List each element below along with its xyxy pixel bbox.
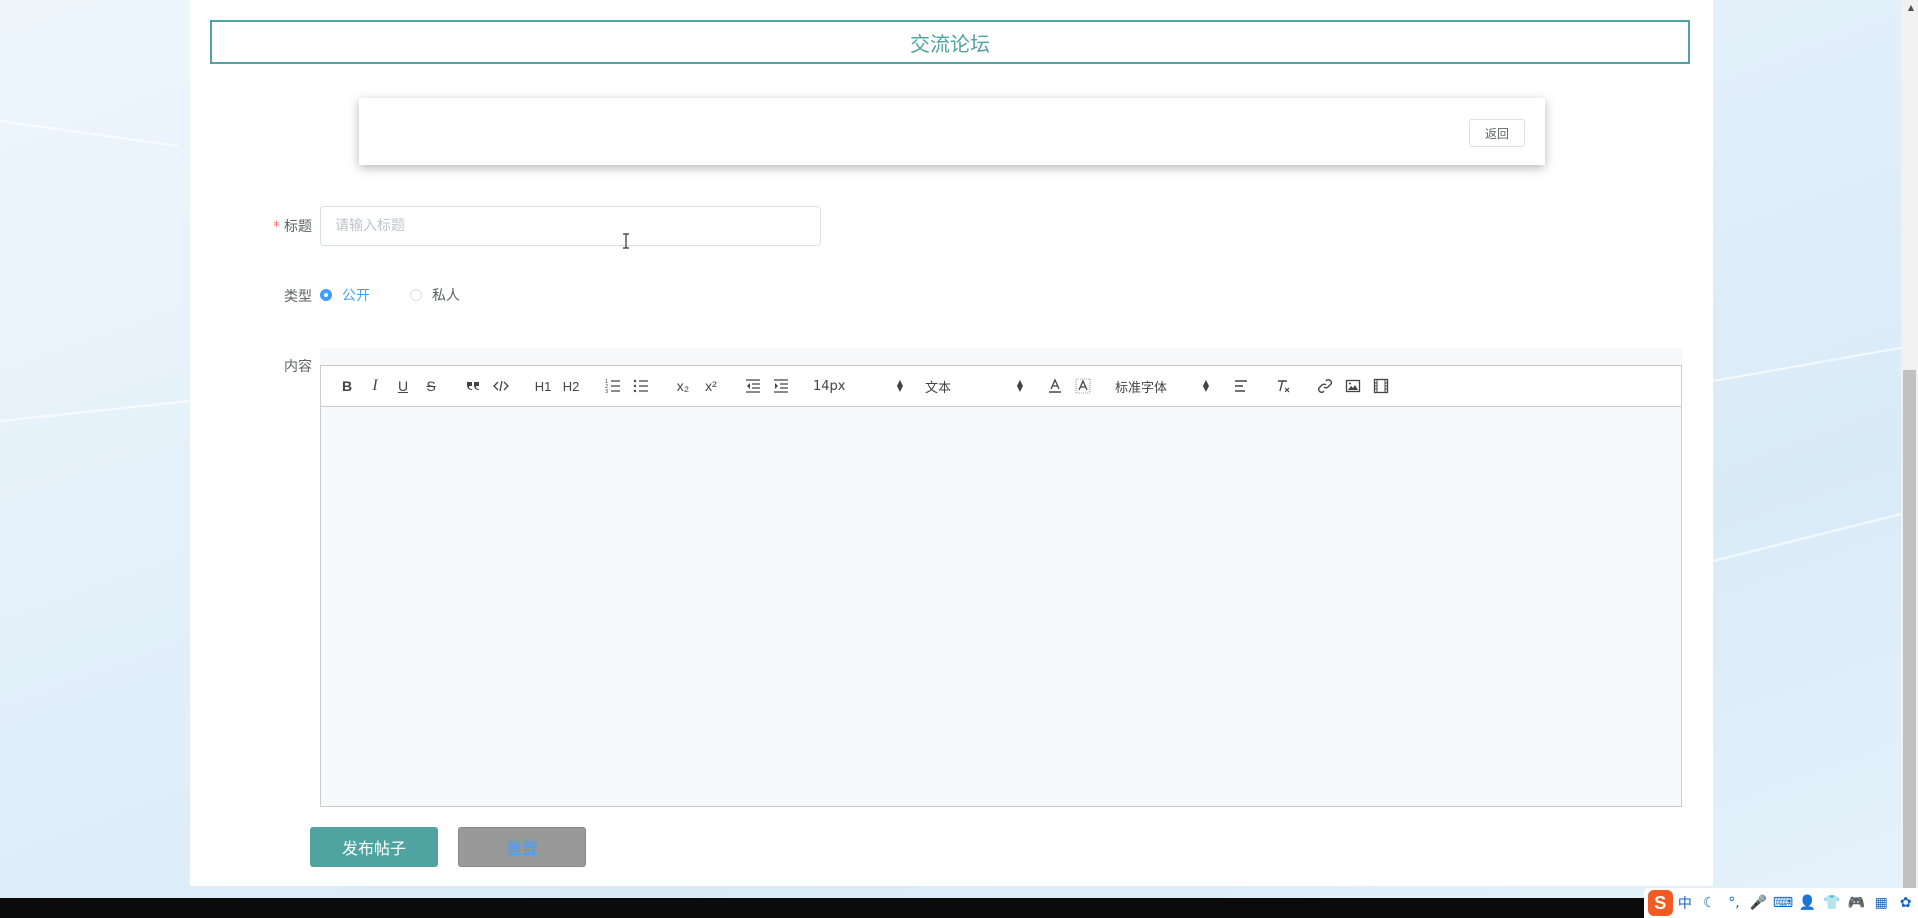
required-mark: * (273, 219, 280, 235)
microphone-icon[interactable]: 🎤 (1746, 895, 1771, 911)
clean-format-button[interactable] (1269, 374, 1297, 398)
radio-private-dot[interactable] (410, 289, 422, 301)
select-arrows-icon: ▲ ▼ (1016, 378, 1023, 393)
align-left-icon (1235, 380, 1247, 392)
rich-text-editor: B I U S H1 H2 123 x₂ x² 14px ▲ ▼ 文本 ▲ ▼ … (320, 365, 1682, 807)
radio-public-label: 公开 (342, 288, 370, 304)
scroll-up-icon[interactable]: ▲ (1908, 3, 1914, 12)
indent-icon (774, 379, 788, 393)
font-size-value: 14px (813, 378, 846, 394)
radio-public-dot[interactable] (320, 289, 332, 301)
code-block-button[interactable] (487, 374, 515, 398)
clear-format-icon (1278, 380, 1290, 393)
sogou-logo-icon[interactable]: S (1648, 890, 1673, 916)
header-select[interactable]: 文本 ▲ ▼ (921, 374, 1027, 398)
superscript-button[interactable]: x² (697, 374, 725, 398)
type-label: 类型 (284, 289, 312, 305)
settings-icon[interactable]: ✿ (1893, 895, 1918, 911)
keyboard-icon[interactable]: ⌨ (1771, 895, 1796, 911)
outdent-button[interactable] (739, 374, 767, 398)
video-icon (1373, 378, 1389, 394)
text-color-icon (1049, 378, 1061, 393)
video-button[interactable] (1367, 374, 1395, 398)
moon-icon[interactable]: ☾ (1697, 895, 1722, 911)
font-family-select[interactable]: 标准字体 ▲ ▼ (1111, 374, 1213, 398)
title-label-text: 标题 (284, 219, 312, 235)
user-icon[interactable]: 👤 (1795, 895, 1820, 911)
font-size-select[interactable]: 14px ▲ ▼ (809, 374, 907, 398)
select-arrows-icon: ▲ ▼ (896, 378, 903, 393)
radio-private[interactable]: 私人 (410, 285, 460, 305)
scrollbar-thumb[interactable] (1903, 370, 1916, 896)
image-button[interactable] (1339, 374, 1367, 398)
bullet-list-button[interactable] (627, 374, 655, 398)
quote-icon (467, 382, 479, 390)
page-scrollbar[interactable]: ▲ (1901, 0, 1918, 898)
bold-button[interactable]: B (333, 374, 361, 398)
top-action-card: 返回 (359, 98, 1545, 165)
ime-chinese-mode[interactable]: 中 (1673, 893, 1698, 913)
ordered-list-button[interactable]: 123 (599, 374, 627, 398)
editor-toolbar: B I U S H1 H2 123 x₂ x² 14px ▲ ▼ 文本 ▲ ▼ … (321, 366, 1681, 407)
title-label: * 标题 (252, 216, 312, 236)
type-radio-group: 公开 私人 (320, 285, 500, 305)
font-family-value: 标准字体 (1115, 380, 1168, 396)
italic-button[interactable]: I (361, 374, 389, 398)
page-title: 交流论坛 (910, 31, 990, 56)
strike-button[interactable]: S (417, 374, 445, 398)
h1-button[interactable]: H1 (529, 374, 557, 398)
header-value: 文本 (925, 380, 952, 396)
link-button[interactable] (1311, 374, 1339, 398)
main-panel: 交流论坛 返回 *标题 类型 公开 私人 内容 B I U S (190, 0, 1713, 886)
header-banner: 交流论坛 (210, 20, 1690, 64)
reset-button[interactable]: 重置 (458, 827, 586, 867)
back-button[interactable]: 返回 (1469, 119, 1525, 147)
editor-top-strip (320, 348, 1682, 365)
link-icon (1318, 379, 1332, 393)
ime-toolbar: S 中 ☾ °, 🎤 ⌨ 👤 👕 🎮 ▦ ✿ (1644, 888, 1918, 918)
punctuation-icon[interactable]: °, (1722, 895, 1747, 911)
skin-icon[interactable]: 👕 (1820, 895, 1845, 911)
editor-content-area[interactable] (321, 407, 1681, 806)
svg-text:3: 3 (605, 389, 608, 394)
text-cursor-icon (623, 233, 629, 249)
indent-button[interactable] (767, 374, 795, 398)
h2-button[interactable]: H2 (557, 374, 585, 398)
publish-post-button[interactable]: 发布帖子 (310, 827, 438, 867)
toolbox-icon[interactable]: ▦ (1869, 895, 1894, 911)
align-button[interactable] (1227, 374, 1255, 398)
select-arrows-icon: ▲ ▼ (1202, 378, 1209, 393)
ordered-list-icon: 123 (605, 379, 620, 394)
subscript-button[interactable]: x₂ (669, 374, 697, 398)
background-color-button[interactable] (1069, 374, 1097, 398)
underline-button[interactable]: U (389, 374, 417, 398)
game-icon[interactable]: 🎮 (1844, 895, 1869, 911)
code-icon (493, 380, 509, 392)
os-taskbar (0, 898, 1918, 918)
image-icon (1345, 379, 1361, 393)
blockquote-button[interactable] (459, 374, 487, 398)
radio-public[interactable]: 公开 (320, 285, 370, 305)
title-input[interactable] (320, 206, 821, 246)
bullet-list-icon (633, 379, 648, 393)
background-color-icon (1075, 378, 1091, 394)
radio-private-label: 私人 (432, 288, 460, 304)
content-label: 内容 (284, 359, 312, 375)
outdent-icon (746, 379, 760, 393)
text-color-button[interactable] (1041, 374, 1069, 398)
